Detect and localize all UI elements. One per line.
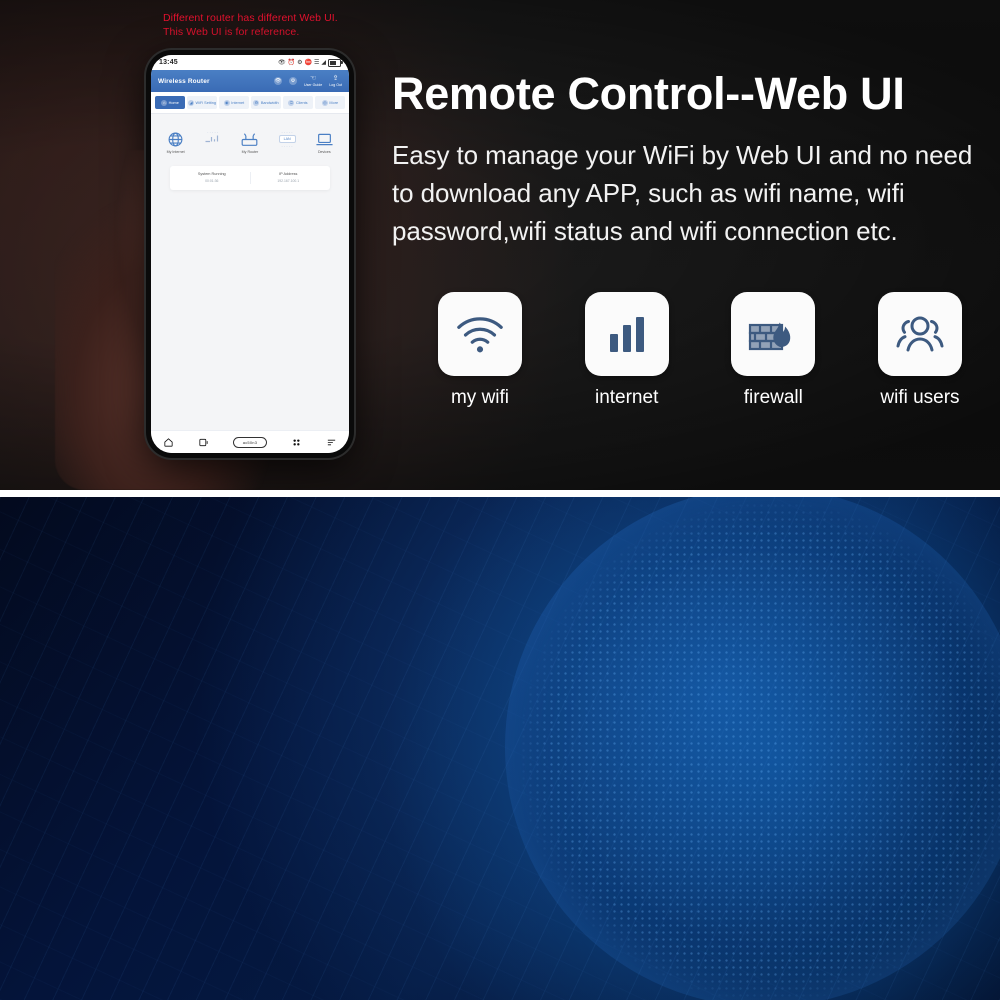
alarm-icon: ⏰	[287, 59, 296, 66]
link-dashes-lower: - - - - -	[281, 144, 293, 148]
feature-my-wifi-label: my wifi	[450, 387, 510, 408]
info-ip-address: IP Address 192.167.100.1	[249, 172, 327, 184]
feature-firewall[interactable]: firewall	[713, 292, 833, 409]
router-ui-header: Wireless Router 👁 ⚙ ☜ User Guide ⇪ Log O…	[151, 70, 349, 92]
lan-link-badge: LAN	[278, 135, 296, 143]
firewall-brick-flame-icon	[749, 322, 791, 351]
internet-router-link: - - - - -	[196, 130, 230, 143]
tab-home[interactable]: ⌂ Home	[155, 96, 185, 109]
feature-tile	[877, 292, 962, 376]
disclaimer-line-2: This Web UI is for reference.	[163, 25, 300, 38]
info-ip-address-key: IP Address	[279, 172, 298, 177]
system-info-card: System Running 00:01:36 IP Address 192.1…	[170, 166, 330, 190]
bluetooth-icon: ⚙	[297, 59, 303, 66]
wifi-icon	[457, 317, 503, 353]
recent-apps-icon[interactable]	[198, 437, 209, 448]
router-ui-tabbar: ⌂ Home ◢ WiFi Setting ◉ Internet ⚙ Bandw…	[151, 92, 349, 114]
eye-icon: 👁	[278, 59, 286, 66]
remote-control-section: Different router has different Web UI. T…	[0, 0, 1000, 490]
phone-screen: 13:45 👁 ⏰ ⚙ ⛔ ☰ ◢ Wireless Router 👁 ⚙ ☜ …	[151, 55, 349, 453]
users-group-icon	[896, 316, 944, 352]
page-title: Remote Control--Web UI	[392, 68, 905, 119]
high-security-section: PIN High Security Adapt WPA/WPA2 encrypt…	[0, 497, 1000, 1000]
info-system-running: System Running 00:01:36	[174, 172, 250, 184]
more-icon: ◎	[321, 99, 328, 106]
router-header-actions: 👁 ⚙ ☜ User Guide ⇪ Log Out	[274, 75, 342, 88]
log-out-label: Log Out	[329, 83, 342, 88]
tab-internet[interactable]: ◉ Internet	[219, 96, 249, 109]
settings-gear-icon[interactable]: ⚙	[289, 77, 298, 85]
laptop-icon	[315, 130, 334, 148]
feature-icon-row: my wifi internet firewall wifi users	[420, 292, 980, 409]
globe-icon	[167, 130, 184, 148]
router-device-link: - - - - - LAN - - - - -	[270, 130, 304, 148]
feature-tile	[438, 292, 522, 376]
smartphone-device: 13:45 👁 ⏰ ⚙ ⛔ ☰ ◢ Wireless Router 👁 ⚙ ☜ …	[146, 50, 354, 458]
status-icons: 👁 ⏰ ⚙ ⛔ ☰ ◢	[278, 58, 343, 67]
disclaimer-note: Different router has different Web UI. T…	[163, 12, 393, 39]
status-devices-label: Devices	[317, 150, 331, 154]
tab-clients[interactable]: ⎕ Clients	[283, 96, 313, 109]
router-ui-dashboard: My Internet - - - - - My Router - - - - …	[151, 114, 349, 432]
status-devices[interactable]: Devices	[309, 130, 339, 154]
user-guide-button[interactable]: ☜ User Guide	[304, 75, 322, 88]
feature-my-wifi[interactable]: my wifi	[420, 292, 540, 409]
list-icon[interactable]	[326, 437, 337, 448]
feature-tile	[731, 292, 816, 376]
tab-internet-label: Internet	[231, 100, 245, 105]
router-icon	[240, 130, 259, 148]
url-pill[interactable]: ac50n3	[232, 436, 268, 448]
disclaimer-line-1: Different router has different Web UI.	[163, 12, 338, 24]
status-my-router-label: My Router	[241, 150, 259, 154]
gauge-icon: ⚙	[253, 99, 260, 106]
signal-icon: ☰	[313, 59, 320, 66]
link-dashes-upper: - - - - -	[281, 130, 293, 134]
grid-icon[interactable]	[291, 437, 302, 448]
home-icon[interactable]	[163, 437, 174, 448]
network-status-row: My Internet - - - - - My Router - - - - …	[156, 120, 344, 160]
phone-status-bar: 13:45 👁 ⏰ ⚙ ⛔ ☰ ◢	[151, 55, 349, 70]
feature-wifi-users-label: wifi users	[880, 387, 960, 408]
globe-icon: ◉	[223, 99, 230, 106]
tab-home-label: Home	[168, 100, 179, 105]
logout-icon: ⇪	[332, 74, 339, 82]
status-my-internet[interactable]: My Internet	[161, 130, 191, 154]
tab-wifi-setting[interactable]: ◢ WiFi Setting	[187, 96, 217, 109]
status-my-internet-label: My Internet	[166, 150, 185, 154]
user-guide-label: User Guide	[304, 83, 323, 88]
status-time: 13:45	[159, 59, 178, 66]
log-out-button[interactable]: ⇪ Log Out	[329, 75, 342, 88]
page-subcopy: Easy to manage your WiFi by Web UI and n…	[392, 140, 973, 246]
phone-navigation-bar: ac50n3	[151, 430, 349, 453]
eye-toggle-icon[interactable]: 👁	[274, 77, 283, 85]
wifi-status-icon: ◢	[321, 59, 326, 66]
section-divider	[0, 490, 1000, 497]
feature-internet[interactable]: internet	[567, 292, 687, 409]
battery-icon	[328, 58, 343, 67]
tab-bandwidth[interactable]: ⚙ Bandwidth	[251, 96, 281, 109]
tab-more-label: More	[329, 100, 339, 105]
tab-clients-label: Clients	[295, 100, 308, 105]
status-my-router[interactable]: My Router	[235, 130, 265, 154]
monitor-icon: ⎕	[288, 99, 295, 106]
feature-firewall-label: firewall	[743, 387, 803, 408]
wifi-icon: ◢	[188, 99, 195, 106]
info-ip-address-value: 192.167.100.1	[277, 178, 300, 183]
signal-arrow-icon	[205, 135, 218, 143]
signal-bars-icon	[609, 317, 644, 352]
info-system-running-key: System Running	[197, 172, 226, 177]
tab-bandwidth-label: Bandwidth	[260, 100, 279, 105]
dnd-icon: ⛔	[304, 59, 312, 66]
tab-more[interactable]: ◎ More	[315, 96, 345, 109]
feature-wifi-users[interactable]: wifi users	[860, 292, 980, 409]
home-icon: ⌂	[161, 99, 168, 106]
feature-tile	[584, 292, 669, 376]
product-feature-page: Different router has different Web UI. T…	[0, 0, 1000, 1000]
info-system-running-value: 00:01:36	[205, 178, 219, 183]
globe-dot-matrix	[520, 502, 1000, 1000]
tab-wifi-setting-label: WiFi Setting	[195, 100, 216, 105]
book-icon: ☜	[309, 74, 317, 82]
router-ui-title: Wireless Router	[158, 77, 210, 85]
feature-internet-label: internet	[594, 387, 659, 408]
